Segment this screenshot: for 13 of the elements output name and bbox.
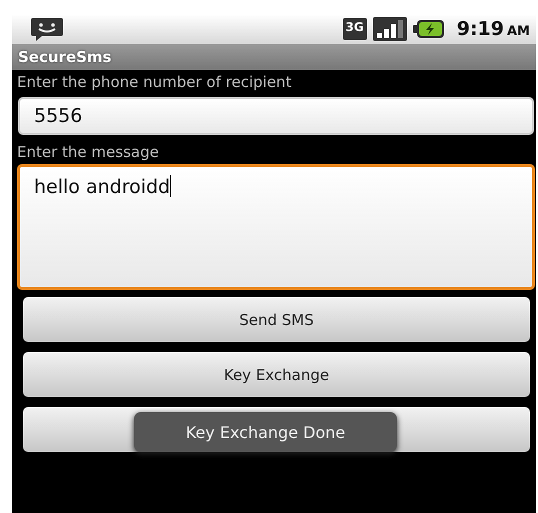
action-button[interactable]: Send SMS (23, 297, 530, 342)
clock-time: 9:19 (456, 18, 504, 40)
clock-meridiem: AM (507, 24, 530, 38)
field-label: Enter the phone number of recipient (16, 72, 292, 92)
signal-icon (372, 17, 407, 41)
network-type-icon: 3G (342, 18, 367, 40)
message-toast: Key Exchange Done (134, 412, 397, 452)
action-button[interactable]: Key Exchange (23, 352, 530, 397)
phone-field[interactable]: 5556 (18, 97, 534, 135)
chat-bubble-icon (30, 17, 64, 41)
field-label: Enter the message (16, 142, 160, 162)
app-title: SecureSms (18, 48, 112, 66)
message-field[interactable]: hello androidd (17, 164, 535, 290)
